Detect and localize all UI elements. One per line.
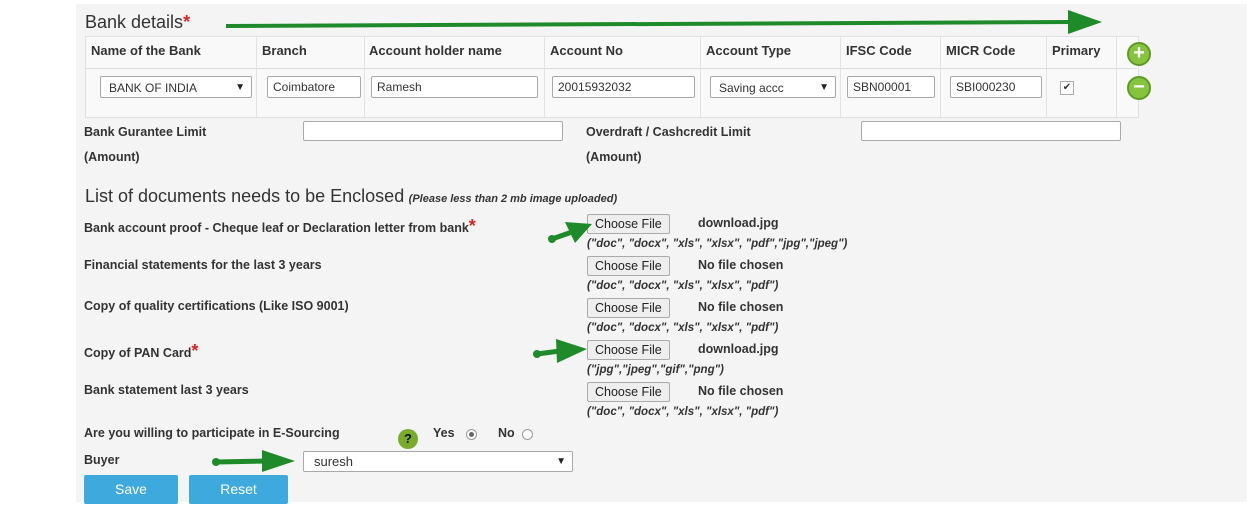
overdraft-limit-amount-label: (Amount): [586, 150, 642, 164]
doc-label-financial: Financial statements for the last 3 year…: [84, 258, 322, 272]
dropdown-arrow-icon: ▼: [235, 82, 245, 93]
add-row-button[interactable]: +: [1127, 42, 1151, 66]
doc-label-bank-proof: Bank account proof - Cheque leaf or Decl…: [84, 216, 476, 236]
guarantee-limit-amount-label: (Amount): [84, 150, 140, 164]
file-name-pan: download.jpg: [698, 342, 779, 356]
doc-label-bank-statement: Bank statement last 3 years: [84, 383, 249, 397]
file-name-quality: No file chosen: [698, 300, 784, 314]
choose-file-button-quality[interactable]: Choose File: [587, 298, 670, 318]
dropdown-arrow-icon: ▼: [556, 456, 566, 467]
col-divider: [840, 36, 841, 118]
account-type-select[interactable]: Saving accc ▼: [710, 76, 836, 98]
required-mark: *: [468, 216, 476, 236]
ext-bank-statement: ("doc", "docx", "xls", "xlsx", "pdf"): [587, 406, 779, 418]
col-divider: [364, 36, 365, 118]
esourcing-no-radio[interactable]: [522, 429, 533, 440]
col-header-primary: Primary: [1052, 43, 1101, 58]
documents-note: (Please less than 2 mb image uploaded): [408, 193, 618, 205]
help-icon[interactable]: ?: [398, 429, 418, 449]
col-header-ifsc: IFSC Code: [846, 43, 912, 58]
ext-pan: ("jpg","jpeg","gif","png"): [587, 364, 724, 376]
bank-name-select[interactable]: BANK OF INDIA ▼: [100, 76, 252, 98]
col-divider: [256, 36, 257, 118]
account-no-input[interactable]: 20015932032: [552, 76, 695, 98]
col-divider: [1046, 36, 1047, 118]
save-button[interactable]: Save: [84, 475, 178, 504]
esourcing-question: Are you willing to participate in E-Sour…: [84, 426, 340, 440]
esourcing-no-label: No: [498, 426, 515, 440]
col-header-bank-name: Name of the Bank: [91, 43, 201, 58]
esourcing-yes-radio[interactable]: [466, 429, 477, 440]
col-header-branch: Branch: [262, 43, 307, 58]
ext-bank-proof: ("doc", "docx", "xls", "xlsx", "pdf","jp…: [587, 238, 848, 250]
col-header-holder: Account holder name: [369, 43, 502, 58]
overdraft-limit-label: Overdraft / Cashcredit Limit: [586, 125, 751, 139]
required-mark: *: [183, 12, 191, 32]
col-header-micr: MICR Code: [946, 43, 1016, 58]
bank-details-title: Bank details*: [85, 12, 191, 32]
ext-financial: ("doc", "docx", "xls", "xlsx", "pdf"): [587, 280, 779, 292]
branch-input[interactable]: Coimbatore: [267, 76, 361, 98]
choose-file-button-bank-statement[interactable]: Choose File: [587, 382, 670, 402]
file-name-bank-proof: download.jpg: [698, 216, 779, 230]
choose-file-button-bank-proof[interactable]: Choose File: [587, 214, 670, 234]
checkbox-icon: ✔: [1062, 82, 1072, 93]
micr-input[interactable]: SBI000230: [950, 76, 1042, 98]
holder-name-input[interactable]: Ramesh: [371, 76, 538, 98]
table-header-divider: [85, 68, 1137, 69]
choose-file-button-financial[interactable]: Choose File: [587, 256, 670, 276]
overdraft-limit-input[interactable]: [861, 121, 1121, 141]
doc-label-quality: Copy of quality certifications (Like ISO…: [84, 299, 349, 313]
dropdown-arrow-icon: ▼: [819, 82, 829, 93]
guarantee-limit-label: Bank Gurantee Limit: [84, 125, 207, 139]
col-header-account-type: Account Type: [706, 43, 791, 58]
col-divider: [1116, 36, 1117, 118]
ifsc-input[interactable]: SBN00001: [847, 76, 935, 98]
col-header-account-no: Account No: [550, 43, 623, 58]
doc-label-pan: Copy of PAN Card*: [84, 341, 199, 361]
esourcing-yes-label: Yes: [433, 426, 455, 440]
file-name-bank-statement: No file chosen: [698, 384, 784, 398]
remove-row-button[interactable]: −: [1127, 76, 1151, 100]
buyer-label: Buyer: [84, 453, 120, 467]
reset-button[interactable]: Reset: [189, 475, 288, 504]
minus-circle-icon: −: [1133, 76, 1145, 98]
required-mark: *: [191, 341, 199, 361]
guarantee-limit-input[interactable]: [303, 121, 563, 141]
col-divider: [700, 36, 701, 118]
plus-circle-icon: +: [1133, 42, 1145, 64]
choose-file-button-pan[interactable]: Choose File: [587, 340, 670, 360]
col-divider: [544, 36, 545, 118]
buyer-select[interactable]: suresh ▼: [303, 451, 573, 472]
file-name-financial: No file chosen: [698, 258, 784, 272]
primary-checkbox[interactable]: ✔: [1060, 81, 1074, 95]
documents-title: List of documents needs to be Enclosed (…: [85, 186, 618, 206]
ext-quality: ("doc", "docx", "xls", "xlsx", "pdf"): [587, 322, 779, 334]
col-divider: [940, 36, 941, 118]
